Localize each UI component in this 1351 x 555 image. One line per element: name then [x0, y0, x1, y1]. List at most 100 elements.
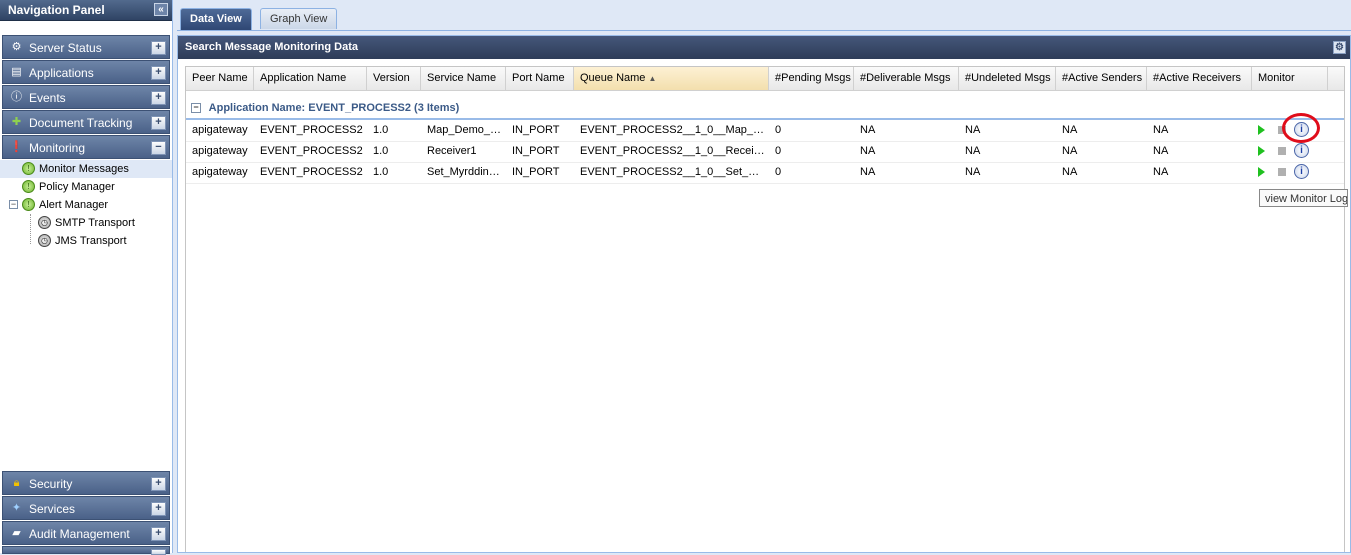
column-header-monitor[interactable]: Monitor — [1252, 67, 1328, 90]
tree-item-smtp-transport[interactable]: ◷ SMTP Transport — [0, 214, 172, 232]
expand-icon[interactable]: + — [151, 477, 166, 491]
table-row[interactable]: apigateway EVENT_PROCESS2 1.0 Map_Demo_…… — [186, 120, 1344, 142]
expand-icon[interactable]: + — [151, 41, 166, 55]
panel-title: Search Message Monitoring Data — [185, 41, 358, 53]
cell-peer-name: apigateway — [192, 166, 248, 178]
group-header-row[interactable]: − Application Name: EVENT_PROCESS2 (3 It… — [186, 98, 1344, 120]
nav-section-events[interactable]: ⓘ Events + — [2, 85, 170, 109]
navigation-panel-title: Navigation Panel « — [0, 0, 172, 21]
nav-bottom-sections: 🔒︎ Security + ✦ Services + ▰ Audit Manag… — [0, 470, 172, 555]
view-monitor-logs-tooltip: view Monitor Logs — [1259, 189, 1348, 207]
monitoring-panel: Search Message Monitoring Data ⚙ Peer Na… — [177, 35, 1351, 553]
column-header-undeleted-msgs[interactable]: #Undeleted Msgs — [959, 67, 1056, 90]
green-circle-icon: ! — [22, 162, 35, 175]
nav-section-audit-management[interactable]: ▰ Audit Management + — [2, 521, 170, 545]
nav-section-security[interactable]: 🔒︎ Security + — [2, 471, 170, 495]
column-header-version[interactable]: Version — [367, 67, 421, 90]
table-row[interactable]: apigateway EVENT_PROCESS2 1.0 Receiver1 … — [186, 141, 1344, 163]
view-monitor-logs-icon[interactable]: i — [1294, 164, 1309, 179]
gear-icon[interactable]: ⚙ — [1333, 41, 1346, 54]
expand-icon[interactable]: + — [151, 91, 166, 105]
cell-deliverable-msgs: NA — [860, 145, 876, 157]
column-header-queue-name[interactable]: Queue Name ▲ — [574, 67, 769, 90]
sort-ascending-icon: ▲ — [648, 74, 657, 83]
cell-undeleted-msgs: NA — [965, 166, 981, 178]
panel-header: Search Message Monitoring Data ⚙ — [178, 36, 1350, 59]
expand-icon[interactable] — [151, 549, 166, 555]
tab-data-view[interactable]: Data View — [180, 8, 252, 30]
column-header-port-name[interactable]: Port Name — [506, 67, 574, 90]
green-circle-icon: ! — [22, 180, 35, 193]
start-monitor-icon[interactable] — [1258, 167, 1265, 177]
stop-monitor-icon[interactable] — [1278, 168, 1286, 176]
column-header-deliverable-msgs[interactable]: #Deliverable Msgs — [854, 67, 959, 90]
monitoring-grid: Peer Name Application Name Version Servi… — [185, 66, 1348, 552]
cell-active-receivers: NA — [1153, 145, 1169, 157]
tree-collapse-icon[interactable]: − — [9, 200, 18, 209]
tree-item-policy-manager[interactable]: ! Policy Manager — [0, 178, 172, 196]
expand-icon[interactable]: + — [151, 527, 166, 541]
cell-undeleted-msgs: NA — [965, 124, 981, 136]
collapse-icon[interactable]: − — [151, 141, 166, 155]
monitoring-tree: ! Monitor Messages ! Policy Manager − ! … — [0, 160, 172, 258]
table-row[interactable]: apigateway EVENT_PROCESS2 1.0 Set_Myrddi… — [186, 162, 1344, 184]
cell-queue-name: EVENT_PROCESS2__1_0__Set_… — [580, 166, 760, 178]
nav-section-services[interactable]: ✦ Services + — [2, 496, 170, 520]
cell-service-name: Receiver1 — [427, 145, 477, 157]
cell-peer-name: apigateway — [192, 124, 248, 136]
applications-icon: ▤ — [11, 66, 22, 78]
tree-item-alert-manager[interactable]: − ! Alert Manager — [0, 196, 172, 214]
nav-section-applications[interactable]: ▤ Applications + — [2, 60, 170, 84]
cell-application-name: EVENT_PROCESS2 — [260, 145, 363, 157]
cell-application-name: EVENT_PROCESS2 — [260, 166, 363, 178]
cell-active-receivers: NA — [1153, 124, 1169, 136]
cell-service-name: Set_Myrddin… — [427, 166, 500, 178]
green-circle-icon: ! — [22, 198, 35, 211]
highlight-ring-annotation — [1282, 113, 1320, 143]
collapse-panel-button[interactable]: « — [154, 3, 168, 16]
monitoring-icon: ❗ — [9, 141, 24, 153]
nav-section-server-status[interactable]: ⚙ Server Status + — [2, 35, 170, 59]
tree-item-monitor-messages[interactable]: ! Monitor Messages — [0, 160, 172, 178]
start-monitor-icon[interactable] — [1258, 125, 1265, 135]
puzzle-icon: ✚ — [11, 116, 22, 128]
column-header-service-name[interactable]: Service Name — [421, 67, 506, 90]
grid-header: Peer Name Application Name Version Servi… — [186, 67, 1344, 91]
column-header-peer-name[interactable]: Peer Name — [186, 67, 254, 90]
cell-version: 1.0 — [373, 124, 389, 136]
view-tabs: Data View Graph View — [177, 6, 1351, 31]
expand-icon[interactable]: + — [151, 66, 166, 80]
start-monitor-icon[interactable] — [1258, 146, 1265, 156]
column-header-active-receivers[interactable]: #Active Receivers — [1147, 67, 1252, 90]
cell-active-senders: NA — [1062, 166, 1078, 178]
column-header-active-senders[interactable]: #Active Senders — [1056, 67, 1147, 90]
cell-queue-name: EVENT_PROCESS2__1_0__Recei… — [580, 145, 765, 157]
cell-active-receivers: NA — [1153, 166, 1169, 178]
services-icon: ✦ — [11, 502, 22, 514]
cell-version: 1.0 — [373, 145, 389, 157]
view-monitor-logs-icon[interactable]: i — [1294, 143, 1309, 158]
tab-graph-view[interactable]: Graph View — [260, 8, 338, 29]
clock-icon: ◷ — [38, 234, 51, 247]
cell-deliverable-msgs: NA — [860, 166, 876, 178]
cell-service-name: Map_Demo_… — [427, 124, 501, 136]
cell-port-name: IN_PORT — [512, 124, 560, 136]
group-collapse-icon[interactable]: − — [191, 103, 201, 114]
column-header-pending-msgs[interactable]: #Pending Msgs — [769, 67, 854, 90]
cell-active-senders: NA — [1062, 145, 1078, 157]
navigation-panel: Navigation Panel « ⚙ Server Status + ▤ A… — [0, 0, 173, 555]
nav-section-monitoring[interactable]: ❗ Monitoring − — [2, 135, 170, 159]
column-header-application-name[interactable]: Application Name — [254, 67, 367, 90]
cell-pending-msgs: 0 — [775, 166, 782, 178]
tree-item-jms-transport[interactable]: ◷ JMS Transport — [0, 232, 172, 250]
nav-section-document-tracking[interactable]: ✚ Document Tracking + — [2, 110, 170, 134]
cell-deliverable-msgs: NA — [860, 124, 876, 136]
expand-icon[interactable]: + — [151, 116, 166, 130]
cell-application-name: EVENT_PROCESS2 — [260, 124, 363, 136]
expand-icon[interactable]: + — [151, 502, 166, 516]
events-icon: ⓘ — [11, 91, 22, 103]
cell-queue-name: EVENT_PROCESS2__1_0__Map_… — [580, 124, 765, 136]
stop-monitor-icon[interactable] — [1278, 147, 1286, 155]
server-icon: ⚙ — [11, 41, 22, 53]
cell-pending-msgs: 0 — [775, 124, 782, 136]
